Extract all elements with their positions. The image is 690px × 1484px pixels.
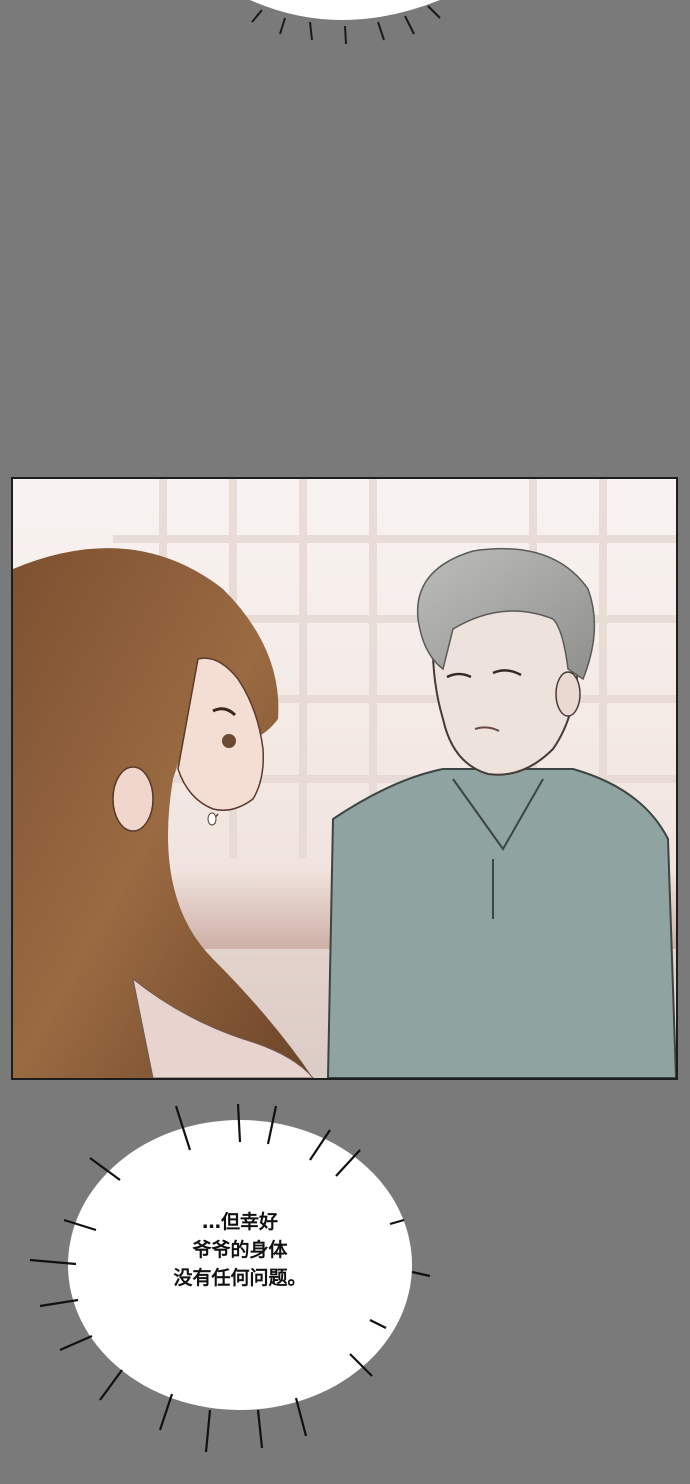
comic-page: …但幸好 爷爷的身体 没有任何问题。: [0, 0, 690, 1484]
panel-artwork: [13, 479, 676, 1078]
illustration-panel: [11, 477, 678, 1080]
speech-line-2: 爷爷的身体: [192, 1239, 288, 1261]
speech-line-3: 没有任何问题。: [173, 1267, 307, 1289]
speech-line-1: …但幸好: [201, 1211, 278, 1233]
speech-bubble-text: …但幸好 爷爷的身体 没有任何问题。: [110, 1208, 370, 1292]
top-bubble-fragment: [250, 0, 441, 45]
